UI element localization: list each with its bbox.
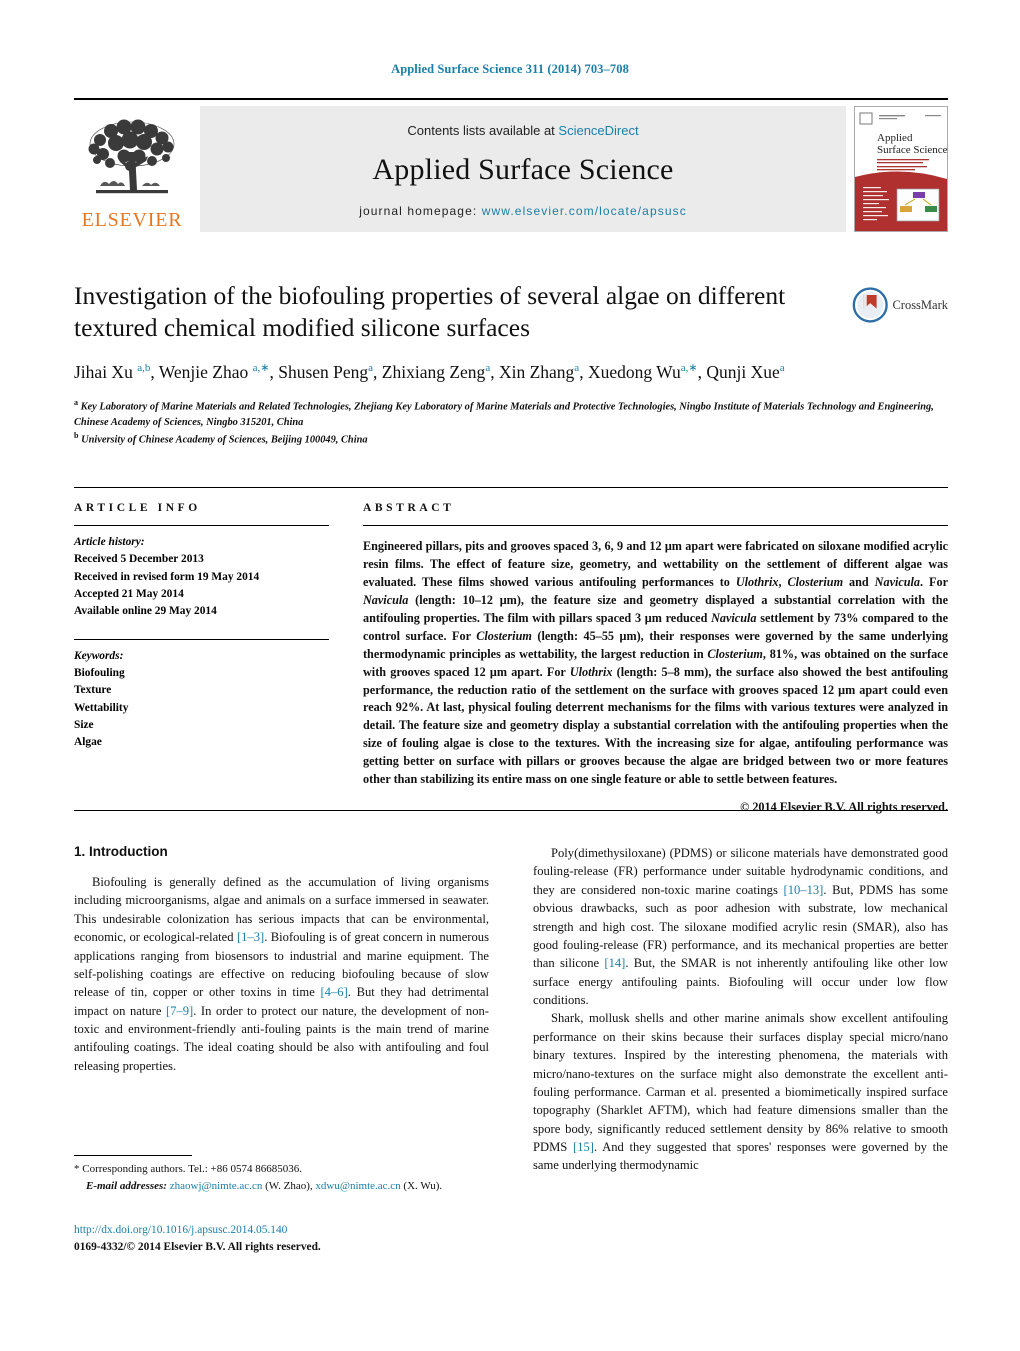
article-history-block: Article history: Received 5 December 201… bbox=[74, 534, 329, 621]
affiliation-b: b University of Chinese Academy of Scien… bbox=[74, 430, 368, 446]
journal-title: Applied Surface Science bbox=[372, 153, 674, 186]
section-heading-introduction: 1. Introduction bbox=[74, 844, 168, 859]
keyword-item: Texture bbox=[74, 684, 112, 697]
homepage-url-link[interactable]: www.elsevier.com/locate/apsusc bbox=[482, 204, 687, 218]
intro-paragraph: Shark, mollusk shells and other marine a… bbox=[533, 1011, 948, 1173]
history-item: Received 5 December 2013 bbox=[74, 553, 204, 566]
footnote-rule bbox=[74, 1155, 192, 1156]
crossmark-badge[interactable]: CrossMark bbox=[852, 283, 948, 327]
elsevier-tree-icon bbox=[80, 116, 184, 208]
crossmark-label: CrossMark bbox=[892, 297, 948, 312]
affiliation-a: a Key Laboratory of Marine Materials and… bbox=[74, 398, 934, 428]
email-addresses-label: E-mail addresses: bbox=[86, 1179, 167, 1192]
article-info-rule-top bbox=[74, 525, 329, 526]
keyword-item: Wettability bbox=[74, 701, 129, 714]
corresponding-author-note: * Corresponding authors. Tel.: +86 0574 … bbox=[74, 1163, 302, 1175]
email-owner-zhao: (W. Zhao) bbox=[265, 1179, 310, 1192]
footnotes-block: * Corresponding authors. Tel.: +86 0574 … bbox=[74, 1155, 489, 1195]
journal-cover-thumbnail: Applied Surface Science bbox=[854, 106, 948, 232]
journal-masthead: ELSEVIER Contents lists available at Sci… bbox=[74, 98, 948, 234]
article-info-column: ARTICLE INFO Article history: Received 5… bbox=[74, 488, 347, 815]
history-item: Available online 29 May 2014 bbox=[74, 605, 217, 618]
affiliation-a-text: Key Laboratory of Marine Materials and R… bbox=[74, 401, 934, 428]
masthead-center-panel: Contents lists available at ScienceDirec… bbox=[200, 106, 846, 232]
email-link-wu[interactable]: xdwu@nimte.ac.cn bbox=[315, 1180, 400, 1192]
title-block: Investigation of the biofouling properti… bbox=[74, 280, 948, 447]
crossmark-icon bbox=[852, 287, 888, 323]
email-link-zhao[interactable]: zhaowj@nimte.ac.cn bbox=[170, 1180, 263, 1192]
publication-info: http://dx.doi.org/10.1016/j.apsusc.2014.… bbox=[74, 1222, 321, 1255]
abstract-body: Engineered pillars, pits and grooves spa… bbox=[363, 539, 948, 787]
keywords-label: Keywords: bbox=[74, 649, 124, 662]
affiliations: a Key Laboratory of Marine Materials and… bbox=[74, 397, 948, 447]
intro-paragraph: Poly(dimethysiloxane) (PDMS) or silicone… bbox=[533, 846, 948, 1007]
history-item: Received in revised form 19 May 2014 bbox=[74, 570, 260, 583]
homepage-label: journal homepage: bbox=[359, 204, 482, 218]
abstract-heading: ABSTRACT bbox=[363, 502, 455, 514]
article-info-heading: ARTICLE INFO bbox=[74, 502, 201, 514]
history-item: Accepted 21 May 2014 bbox=[74, 587, 184, 600]
author-list: Jihai Xu a,b, Wenjie Zhao a,∗, Shusen Pe… bbox=[74, 362, 785, 383]
keyword-item: Biofouling bbox=[74, 666, 125, 679]
journal-homepage-line: journal homepage: www.elsevier.com/locat… bbox=[200, 204, 846, 218]
email-owner-wu: (X. Wu). bbox=[403, 1179, 443, 1192]
body-column-right: Poly(dimethysiloxane) (PDMS) or silicone… bbox=[533, 844, 948, 1175]
elsevier-logo: ELSEVIER bbox=[74, 106, 190, 232]
paper-first-page: Applied Surface Science 311 (2014) 703–7… bbox=[0, 0, 1020, 1351]
article-info-rule-mid bbox=[74, 638, 329, 640]
email-addresses-note: E-mail addresses: zhaowj@nimte.ac.cn (W.… bbox=[86, 1179, 443, 1192]
keywords-block: Keywords: Biofouling Texture Wettability… bbox=[74, 648, 329, 752]
contents-available-line: Contents lists available at ScienceDirec… bbox=[200, 123, 846, 138]
sciencedirect-link[interactable]: ScienceDirect bbox=[558, 123, 638, 138]
elsevier-wordmark: ELSEVIER bbox=[81, 209, 183, 231]
affiliation-b-text: University of Chinese Academy of Science… bbox=[81, 434, 368, 446]
abstract-copyright: © 2014 Elsevier B.V. All rights reserved… bbox=[740, 800, 948, 815]
keyword-item: Algae bbox=[74, 736, 102, 749]
issn-copyright-line: 0169-4332/© 2014 Elsevier B.V. All right… bbox=[74, 1240, 321, 1253]
body-columns: 1. Introduction Biofouling is generally … bbox=[74, 844, 948, 1175]
svg-text:Applied: Applied bbox=[877, 132, 913, 144]
abstract-rule-top bbox=[363, 525, 948, 526]
running-head: Applied Surface Science 311 (2014) 703–7… bbox=[391, 62, 629, 76]
svg-text:Surface Science: Surface Science bbox=[877, 144, 947, 156]
band-bottom-rule bbox=[74, 810, 948, 811]
contents-prefix: Contents lists available at bbox=[407, 123, 559, 138]
article-history-label: Article history: bbox=[74, 536, 145, 548]
keyword-item: Size bbox=[74, 718, 94, 731]
intro-paragraph: Biofouling is generally defined as the a… bbox=[74, 875, 489, 1073]
page-title: Investigation of the biofouling properti… bbox=[74, 281, 786, 343]
doi-link[interactable]: http://dx.doi.org/10.1016/j.apsusc.2014.… bbox=[74, 1222, 321, 1239]
body-column-left: 1. Introduction Biofouling is generally … bbox=[74, 844, 489, 1175]
abstract-column: ABSTRACT Engineered pillars, pits and gr… bbox=[347, 488, 948, 815]
info-abstract-band: ARTICLE INFO Article history: Received 5… bbox=[74, 487, 948, 815]
